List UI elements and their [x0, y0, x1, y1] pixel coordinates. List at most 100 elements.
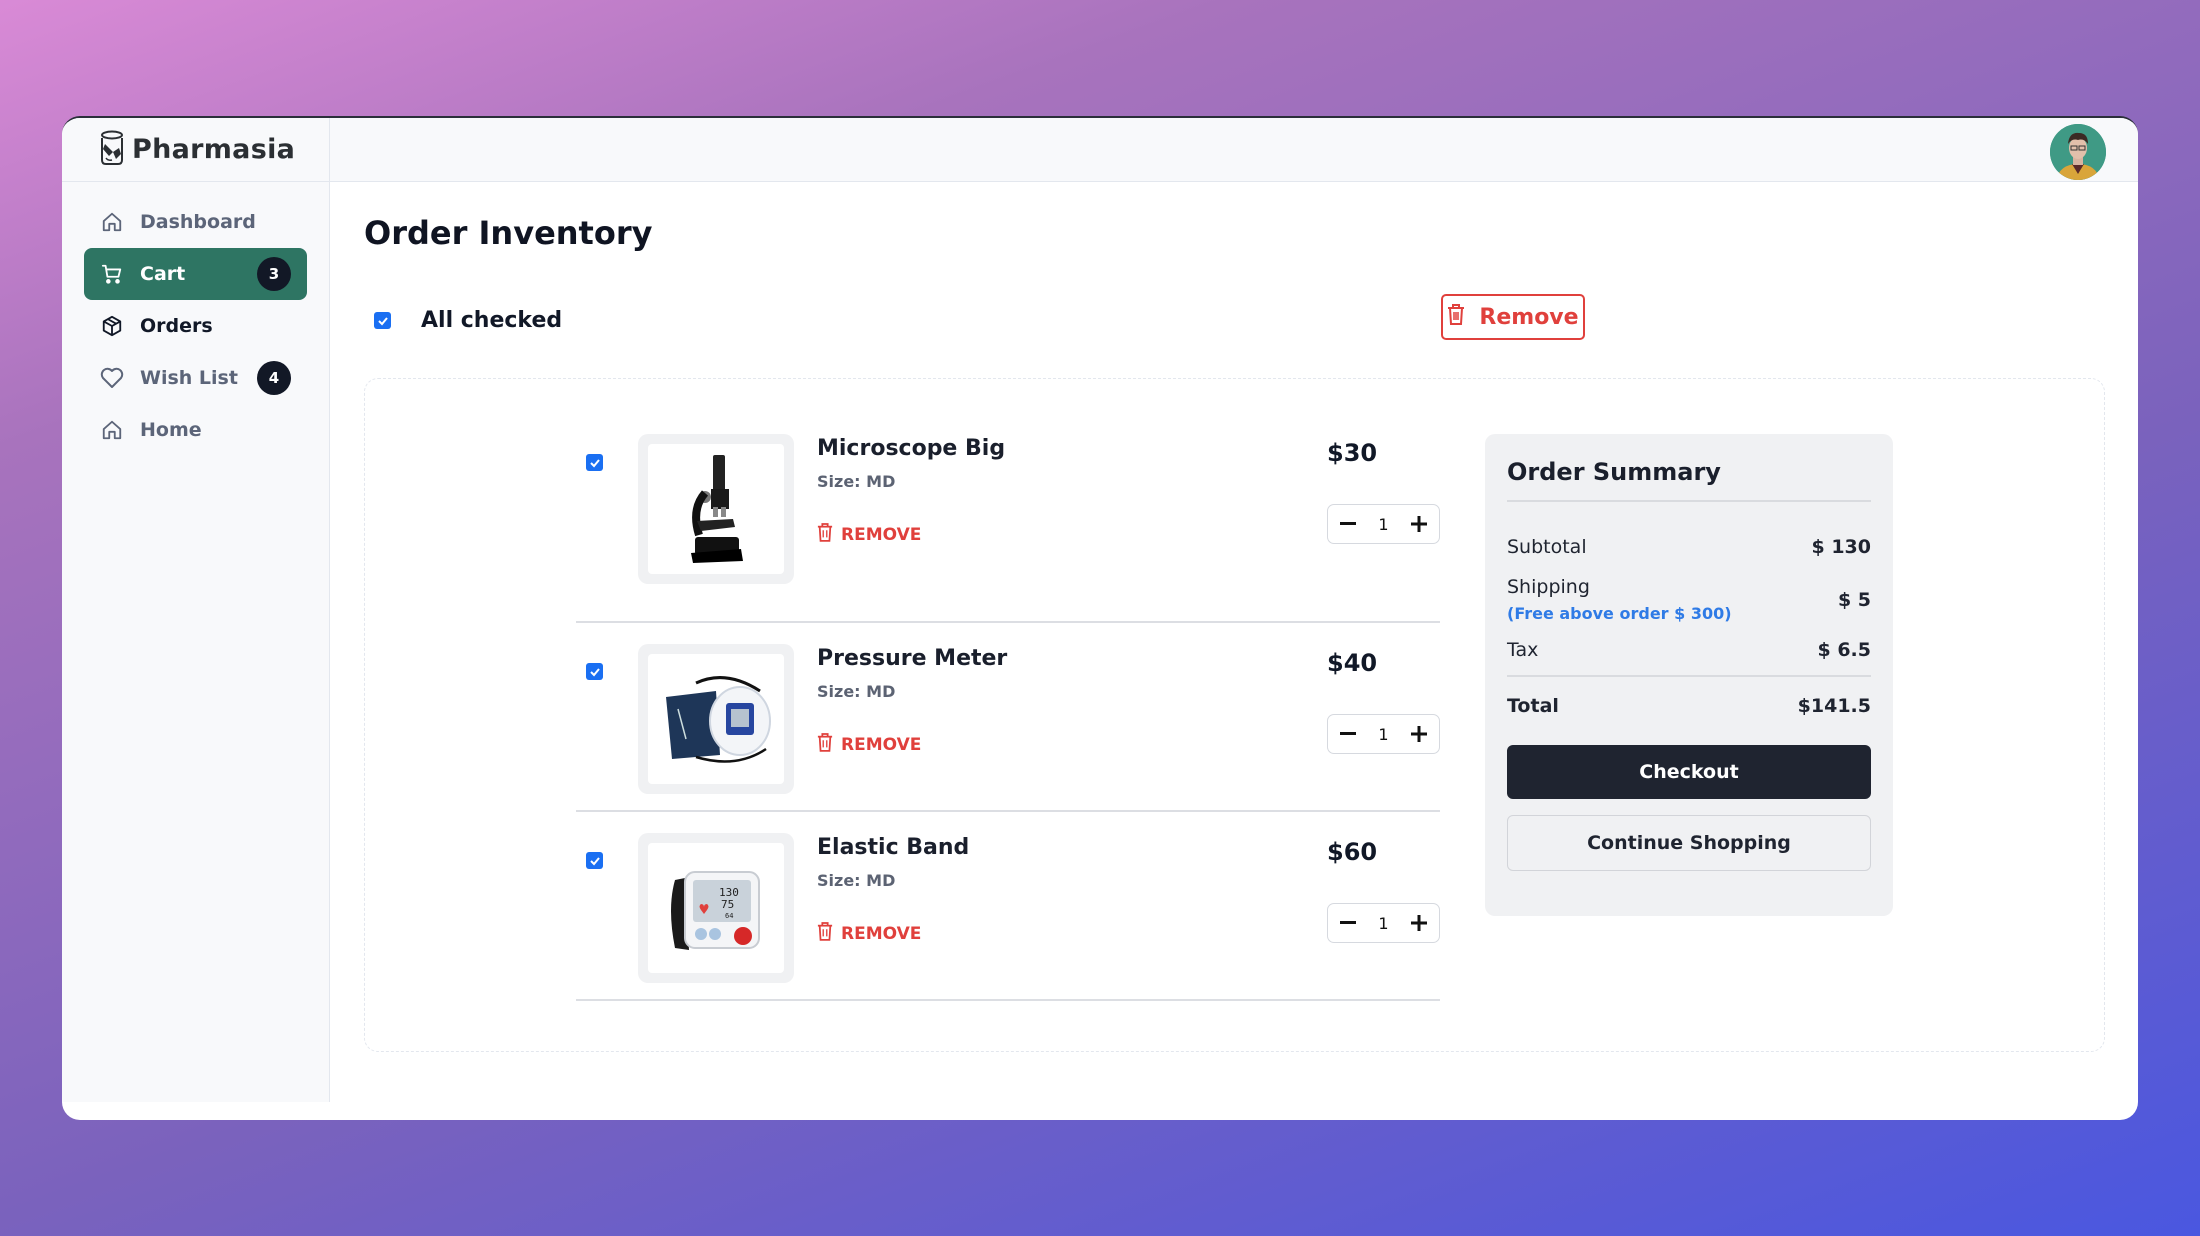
item-checkbox[interactable]	[586, 454, 603, 471]
product-price: $30	[1327, 439, 1378, 467]
product-size: Size: MD	[817, 472, 896, 491]
decrement-button[interactable]	[1334, 510, 1362, 538]
minus-icon	[1340, 522, 1357, 525]
svg-text:64: 64	[725, 912, 733, 920]
sidebar-item-label: Wish List	[140, 367, 238, 389]
sidebar-item-wish-list[interactable]: Wish List 4	[84, 352, 307, 404]
remove-item-button[interactable]: REMOVE	[817, 522, 921, 547]
total-row: Total $141.5	[1507, 695, 1871, 717]
pressure-meter-image	[666, 676, 771, 763]
select-all-label: All checked	[421, 308, 563, 333]
sidebar-item-label: Cart	[140, 263, 186, 285]
sidebar-item-label: Dashboard	[140, 211, 256, 233]
svg-text:75: 75	[721, 898, 734, 911]
sidebar-item-label: Home	[140, 419, 202, 441]
product-name[interactable]: Pressure Meter	[817, 646, 1007, 671]
sidebar-item-cart[interactable]: Cart 3	[84, 248, 307, 300]
product-size: Size: MD	[817, 682, 896, 701]
product-price: $40	[1327, 649, 1378, 677]
shipping-label: Shipping	[1507, 576, 1590, 598]
shipping-note: (Free above order $ 300)	[1507, 604, 1732, 623]
sidebar-item-home[interactable]: Home	[84, 404, 307, 456]
increment-button[interactable]	[1405, 720, 1433, 748]
app-window: Pharmasia Dashboard Cart 3 Orders Wish L…	[62, 116, 2138, 1120]
home-icon	[100, 418, 124, 442]
remove-item-button[interactable]: REMOVE	[817, 732, 921, 757]
trash-icon	[817, 522, 833, 547]
remove-item-label: REMOVE	[841, 524, 922, 545]
total-value: $141.5	[1797, 695, 1871, 717]
product-price: $60	[1327, 838, 1378, 866]
sidebar-item-label: Orders	[140, 315, 213, 337]
product-image[interactable]: 130 75 64	[638, 833, 794, 983]
select-all-checkbox[interactable]	[374, 312, 391, 329]
remove-item-label: REMOVE	[841, 734, 922, 755]
home-icon	[100, 210, 124, 234]
order-summary-title: Order Summary	[1507, 458, 1871, 502]
quantity-stepper: 1	[1327, 504, 1440, 544]
top-bar	[330, 118, 2138, 182]
product-image[interactable]	[638, 434, 794, 584]
decrement-button[interactable]	[1334, 720, 1362, 748]
heart-icon	[100, 366, 124, 390]
sidebar-nav: Dashboard Cart 3 Orders Wish List 4 Home	[62, 182, 329, 456]
remove-item-label: REMOVE	[841, 923, 922, 944]
pill-jar-icon	[98, 130, 126, 170]
product-name[interactable]: Elastic Band	[817, 835, 969, 860]
tax-label: Tax	[1507, 639, 1539, 661]
remove-selected-button[interactable]: Remove	[1441, 294, 1585, 340]
cart-count-badge: 3	[257, 257, 291, 291]
decrement-button[interactable]	[1334, 909, 1362, 937]
increment-button[interactable]	[1405, 909, 1433, 937]
cart-card: Microscope Big Size: MD REMOVE $30 1 Pre…	[364, 378, 2105, 1052]
increment-button[interactable]	[1405, 510, 1433, 538]
cart-items-list: Microscope Big Size: MD REMOVE $30 1 Pre…	[576, 434, 1440, 1001]
quantity-value[interactable]: 1	[1374, 515, 1392, 534]
plus-icon	[1410, 516, 1427, 532]
order-summary: Order Summary Subtotal $ 130 Shipping (F…	[1485, 434, 1893, 916]
total-label: Total	[1507, 695, 1559, 717]
subtotal-value: $ 130	[1811, 536, 1872, 558]
trash-icon	[817, 732, 833, 757]
sidebar-item-orders[interactable]: Orders	[84, 300, 307, 352]
user-avatar[interactable]	[2050, 124, 2106, 180]
quantity-value[interactable]: 1	[1374, 725, 1392, 744]
product-name[interactable]: Microscope Big	[817, 436, 1005, 461]
trash-icon	[1447, 303, 1465, 331]
summary-divider	[1507, 675, 1871, 677]
quantity-stepper: 1	[1327, 714, 1440, 754]
product-image[interactable]	[638, 644, 794, 794]
quantity-stepper: 1	[1327, 903, 1440, 943]
elastic-band-image: 130 75 64	[671, 871, 760, 950]
plus-icon	[1410, 726, 1427, 742]
select-all-row: All checked	[374, 308, 562, 333]
page-title: Order Inventory	[364, 214, 653, 252]
sidebar-item-dashboard[interactable]: Dashboard	[84, 196, 307, 248]
minus-icon	[1340, 732, 1357, 735]
main-content: Order Inventory All checked Remove Micro…	[364, 182, 2108, 1120]
shipping-value: $ 5	[1837, 588, 1871, 611]
plus-icon	[1410, 915, 1427, 931]
minus-icon	[1340, 921, 1357, 924]
continue-shopping-button[interactable]: Continue Shopping	[1507, 815, 1871, 871]
brand-name: Pharmasia	[132, 134, 296, 165]
item-checkbox[interactable]	[586, 852, 603, 869]
shipping-row: Shipping (Free above order $ 300) $ 5	[1507, 576, 1871, 623]
cart-item: Pressure Meter Size: MD REMOVE $40 1	[576, 623, 1440, 812]
cart-item: 130 75 64 Elastic Band Size: MD REMOVE $…	[576, 812, 1440, 1001]
quantity-value[interactable]: 1	[1374, 914, 1392, 933]
tax-value: $ 6.5	[1817, 639, 1872, 661]
subtotal-row: Subtotal $ 130	[1507, 536, 1871, 558]
item-checkbox[interactable]	[586, 663, 603, 680]
logo[interactable]: Pharmasia	[62, 118, 329, 182]
cart-icon	[100, 262, 124, 286]
product-size: Size: MD	[817, 871, 896, 890]
cart-item: Microscope Big Size: MD REMOVE $30 1	[576, 434, 1440, 623]
subtotal-label: Subtotal	[1507, 536, 1587, 558]
tax-row: Tax $ 6.5	[1507, 639, 1871, 661]
checkout-button[interactable]: Checkout	[1507, 745, 1871, 799]
remove-item-button[interactable]: REMOVE	[817, 921, 921, 946]
trash-icon	[817, 921, 833, 946]
wishlist-count-badge: 4	[257, 361, 291, 395]
microscope-image	[691, 455, 743, 563]
